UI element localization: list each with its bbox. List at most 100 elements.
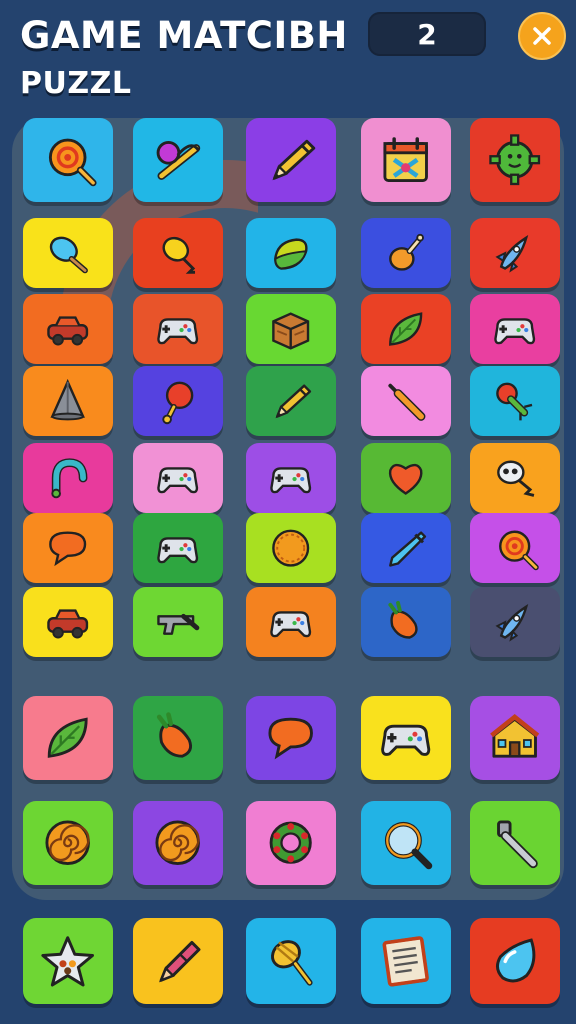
score-display: 2 <box>368 12 486 56</box>
board-tile-r5-c1[interactable] <box>23 443 113 513</box>
toy-gun-icon <box>157 613 200 635</box>
spiral-icon <box>45 820 91 866</box>
gamepad-icon <box>270 467 312 494</box>
board-tile-r9-c2[interactable] <box>133 801 223 885</box>
board-tile-r4-c1[interactable] <box>23 366 113 436</box>
crayon-icon <box>159 940 201 983</box>
toy-car-icon <box>47 316 89 346</box>
carrot-icon <box>157 712 193 758</box>
board-tile-r6-c4[interactable] <box>361 513 451 583</box>
gamepad-icon <box>494 318 536 345</box>
board-tile-r5-c4[interactable] <box>361 443 451 513</box>
pen-icon <box>389 531 427 567</box>
board-tile-r9-c3[interactable] <box>246 801 336 885</box>
carrot-icon <box>388 600 418 639</box>
board-tile-r2-c4[interactable] <box>361 218 451 288</box>
horseshoe-icon <box>51 458 88 499</box>
board-tile-r6-c3[interactable] <box>246 513 336 583</box>
tray-tile-5[interactable] <box>470 918 560 1004</box>
board-tile-r6-c5[interactable] <box>470 513 560 583</box>
slingshot-icon <box>156 141 201 181</box>
drumstick-icon <box>389 233 425 271</box>
gamepad-icon <box>157 467 199 494</box>
board-tile-r7-c4[interactable] <box>361 587 451 657</box>
speech-bubble-icon <box>268 718 314 760</box>
board-tile-r8-c2[interactable] <box>133 696 223 780</box>
gamepad-icon <box>157 537 199 564</box>
board-tile-r9-c1[interactable] <box>23 801 113 885</box>
spiral-icon <box>155 820 201 866</box>
board-tile-r3-c4[interactable] <box>361 294 451 364</box>
star-icon <box>41 935 95 987</box>
speech-bubble-icon <box>49 531 87 567</box>
heart-icon <box>389 463 423 495</box>
board-tile-r4-c3[interactable] <box>246 366 336 436</box>
board-tile-r1-c3[interactable] <box>246 118 336 202</box>
board-tile-r7-c3[interactable] <box>246 587 336 657</box>
leaf-icon <box>48 717 88 759</box>
board-tile-r1-c1[interactable] <box>23 118 113 202</box>
lollipop-icon <box>499 530 540 571</box>
magnifier-icon <box>385 822 433 870</box>
berry-wreath-icon <box>269 821 313 865</box>
board-tile-r4-c2[interactable] <box>133 366 223 436</box>
gamepad-icon <box>270 611 312 638</box>
board-tile-r5-c2[interactable] <box>133 443 223 513</box>
board-tile-r3-c1[interactable] <box>23 294 113 364</box>
leaf-icon <box>389 312 423 346</box>
board-tile-r8-c5[interactable] <box>470 696 560 780</box>
house-icon <box>490 714 540 758</box>
gear-icon <box>489 134 541 186</box>
board-tile-r2-c3[interactable] <box>246 218 336 288</box>
board-tile-r1-c4[interactable] <box>361 118 451 202</box>
tray-tile-2[interactable] <box>133 918 223 1004</box>
board-tile-r7-c2[interactable] <box>133 587 223 657</box>
board-tile-r6-c1[interactable] <box>23 513 113 583</box>
wooden-box-icon <box>272 312 310 350</box>
rocket-icon <box>495 234 529 273</box>
game-subtitle: PUZZL <box>20 66 132 101</box>
spray-icon <box>497 820 539 869</box>
close-icon <box>533 27 551 45</box>
tray-tile-4[interactable] <box>361 918 451 1004</box>
board-tile-r3-c5[interactable] <box>470 294 560 364</box>
board-tile-r9-c4[interactable] <box>361 801 451 885</box>
board-tile-r4-c5[interactable] <box>470 366 560 436</box>
board-tile-r4-c4[interactable] <box>361 366 451 436</box>
rattle-icon <box>162 381 194 425</box>
board-tile-r2-c5[interactable] <box>470 218 560 288</box>
close-button[interactable] <box>518 12 566 60</box>
honey-dipper-icon <box>271 939 313 986</box>
screwdriver-icon <box>388 383 426 421</box>
toy-car-icon <box>47 609 89 639</box>
rocket-icon <box>495 603 529 642</box>
board-tile-r1-c5[interactable] <box>470 118 560 202</box>
lollipop-icon <box>49 138 97 187</box>
board-tile-r3-c3[interactable] <box>246 294 336 364</box>
calendar-icon <box>383 137 429 183</box>
board-tile-r2-c1[interactable] <box>23 218 113 288</box>
ghost-icon <box>497 460 535 497</box>
ice-pop-icon <box>50 236 89 274</box>
board-tile-r7-c1[interactable] <box>23 587 113 657</box>
board-tile-r5-c5[interactable] <box>470 443 560 513</box>
tray-tile-1[interactable] <box>23 918 113 1004</box>
board-tile-r5-c3[interactable] <box>246 443 336 513</box>
book-icon <box>382 935 430 987</box>
board-tile-r8-c4[interactable] <box>361 696 451 780</box>
board-tile-r7-c5[interactable] <box>470 587 560 657</box>
board-tile-r3-c2[interactable] <box>133 294 223 364</box>
water-drop-icon <box>496 937 536 983</box>
board-tile-r1-c2[interactable] <box>133 118 223 202</box>
board-tile-r8-c1[interactable] <box>23 696 113 780</box>
cone-icon <box>50 378 86 421</box>
board-tile-r2-c2[interactable] <box>133 218 223 288</box>
board-tile-r8-c3[interactable] <box>246 696 336 780</box>
board-tile-r6-c2[interactable] <box>133 513 223 583</box>
gamepad-icon <box>157 318 199 345</box>
board-tile-r9-c5[interactable] <box>470 801 560 885</box>
game-title: GAME MATCIBH <box>20 14 348 57</box>
lemon-icon <box>274 238 308 270</box>
balloon-icon <box>162 236 196 274</box>
tray-tile-3[interactable] <box>246 918 336 1004</box>
